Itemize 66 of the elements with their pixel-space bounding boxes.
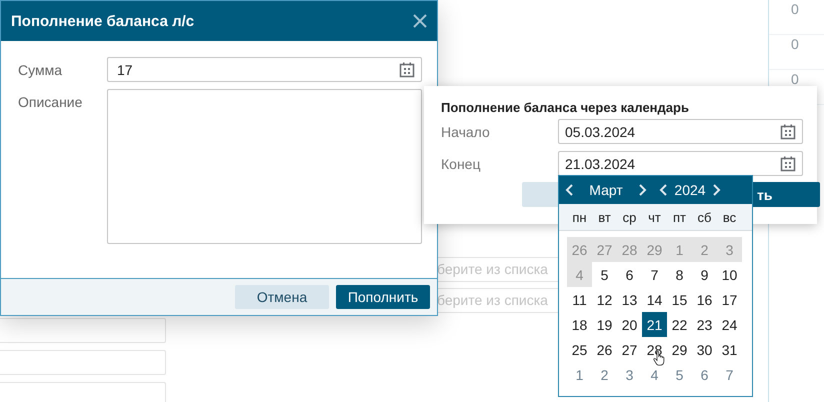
calendar-day[interactable]: 9 (692, 262, 717, 287)
calendar-day[interactable]: 8 (667, 262, 692, 287)
calendar-icon[interactable] (399, 62, 415, 78)
input-field[interactable] (0, 350, 166, 375)
close-icon[interactable] (413, 14, 427, 28)
year-label[interactable]: 2024 (669, 182, 711, 198)
calendar-day[interactable]: 26 (592, 337, 617, 362)
calendar-day[interactable]: 25 (567, 337, 592, 362)
next-year-icon[interactable] (711, 183, 721, 197)
calendar-icon[interactable] (780, 124, 796, 140)
calendar-day[interactable]: 7 (717, 362, 742, 387)
calendar-day[interactable]: 29 (667, 337, 692, 362)
date-field[interactable]: 05.03.2024 (558, 119, 803, 144)
weekday-label: сб (696, 210, 712, 224)
input-field[interactable] (0, 318, 166, 343)
weekday-label: вт (597, 210, 612, 224)
calendar-day[interactable]: 20 (617, 312, 642, 337)
calendar-day[interactable]: 27 (617, 337, 642, 362)
prev-year-icon[interactable] (659, 183, 669, 197)
calendar-day[interactable]: 6 (692, 362, 717, 387)
calendar-day[interactable]: 16 (692, 287, 717, 312)
calendar-day[interactable]: 30 (692, 337, 717, 362)
field-label: Описание (18, 93, 84, 110)
weekday-label: ср (622, 210, 638, 224)
calendar-day[interactable]: 12 (592, 287, 617, 312)
calendar-day[interactable]: 5 (667, 362, 692, 387)
calendar-day[interactable]: 23 (692, 312, 717, 337)
calendar-day[interactable]: 11 (567, 287, 592, 312)
calendar-day[interactable]: 5 (592, 262, 617, 287)
calendar-day[interactable]: 1 (567, 362, 592, 387)
table-cell: 0 (769, 35, 824, 70)
table-cell: 0 (769, 0, 824, 35)
field-label: Сумма (18, 61, 63, 78)
calendar-day[interactable]: 18 (567, 312, 592, 337)
cancel-button[interactable]: Отмена (235, 285, 329, 309)
calendar-day[interactable]: 22 (667, 312, 692, 337)
panel-title: Пополнение баланса через календарь (441, 100, 690, 115)
field-label: Начало (441, 124, 491, 140)
calendar-icon[interactable] (780, 156, 796, 172)
input-field[interactable] (0, 382, 166, 402)
calendar-day[interactable]: 24 (717, 312, 742, 337)
calendar-day[interactable]: 2 (592, 362, 617, 387)
calendar-day[interactable]: 15 (667, 287, 692, 312)
next-month-icon[interactable] (637, 183, 647, 197)
amount-field[interactable]: 17 (107, 57, 422, 82)
field-label: Конец (441, 156, 482, 172)
submit-button[interactable]: Пополнить (336, 285, 430, 309)
weekday-label: пт (672, 210, 687, 224)
dialog-title: Пополнение баланса л/с (11, 12, 194, 30)
calendar-day[interactable]: 19 (592, 312, 617, 337)
weekday-label: вс (722, 210, 738, 224)
calendar-day[interactable]: 6 (617, 262, 642, 287)
description-field[interactable] (107, 89, 422, 244)
month-label[interactable]: Март (575, 182, 637, 198)
calendar-day[interactable]: 4 (642, 362, 667, 387)
calendar-day[interactable]: 7 (642, 262, 667, 287)
prev-month-icon[interactable] (565, 183, 575, 197)
weekday-label: пн (571, 210, 588, 224)
calendar-day[interactable]: 31 (717, 337, 742, 362)
calendar-day[interactable]: 13 (617, 287, 642, 312)
calendar-day[interactable]: 3 (617, 362, 642, 387)
calendar-day[interactable]: 10 (717, 262, 742, 287)
calendar-day[interactable]: 21 (642, 312, 667, 337)
calendar-day[interactable]: 17 (717, 287, 742, 312)
calendar-day[interactable]: 14 (642, 287, 667, 312)
weekday-label: чт (647, 210, 662, 224)
